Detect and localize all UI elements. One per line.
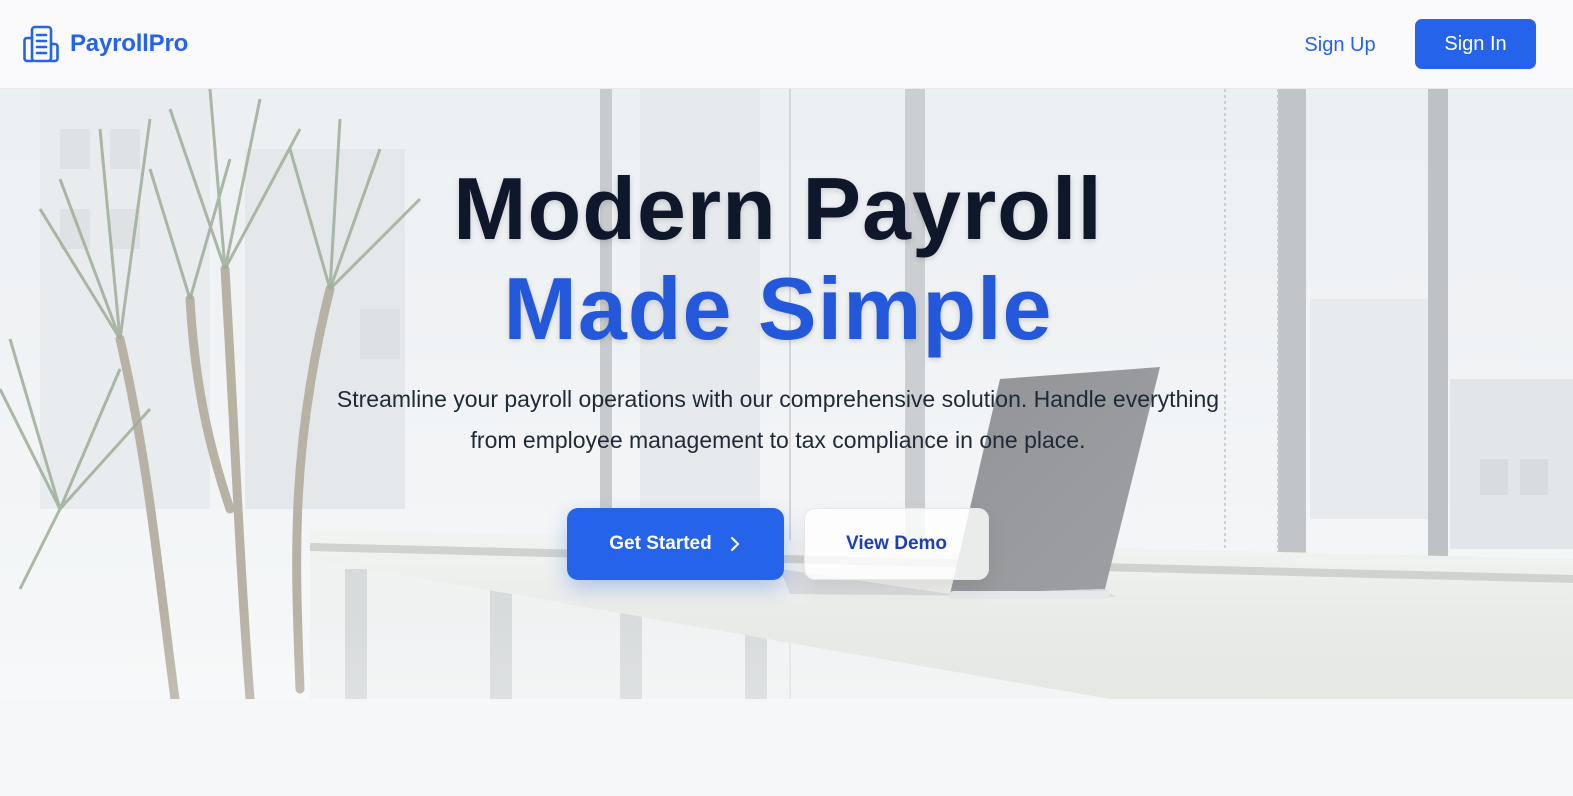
building-icon bbox=[23, 25, 59, 63]
chevron-right-icon bbox=[730, 536, 739, 552]
brand-name: PayrollPro bbox=[70, 30, 189, 57]
get-started-button[interactable]: Get Started bbox=[567, 508, 784, 580]
top-navbar: PayrollPro Sign Up Sign In bbox=[0, 0, 1573, 89]
sign-in-button[interactable]: Sign In bbox=[1415, 19, 1536, 69]
sign-up-link[interactable]: Sign Up bbox=[1290, 26, 1390, 64]
hero-section: Modern Payroll Made Simple Streamline yo… bbox=[0, 89, 1573, 699]
view-demo-button[interactable]: View Demo bbox=[804, 508, 989, 580]
get-started-label: Get Started bbox=[609, 533, 712, 554]
hero-headline-line1: Modern Payroll bbox=[453, 159, 1103, 258]
brand-logo-link[interactable]: PayrollPro bbox=[22, 24, 188, 64]
content-section bbox=[0, 699, 1573, 796]
hero-subtitle: Streamline your payroll operations with … bbox=[336, 386, 1220, 453]
hero-headline-line2: Made Simple bbox=[503, 259, 1053, 358]
